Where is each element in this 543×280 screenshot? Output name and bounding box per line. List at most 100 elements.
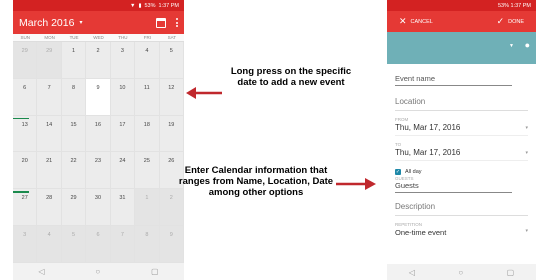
- home-icon[interactable]: ○: [95, 267, 100, 276]
- day-number: 22: [70, 158, 77, 165]
- event-color-header: ▼ ●: [387, 32, 536, 64]
- recent-apps-icon[interactable]: ▢: [151, 267, 159, 276]
- day-cell[interactable]: 19: [159, 115, 184, 153]
- day-number: 6: [96, 232, 100, 239]
- day-cell[interactable]: 29: [37, 42, 62, 79]
- day-cell[interactable]: 4: [37, 226, 62, 263]
- day-number: 26: [168, 158, 175, 165]
- day-cell[interactable]: 9: [86, 78, 111, 116]
- day-cell[interactable]: 22: [61, 152, 87, 190]
- cancel-button[interactable]: ✕ CANCEL: [399, 16, 433, 27]
- dropdown-icon: ▾: [525, 228, 528, 234]
- to-date-picker[interactable]: Thu, Mar 17, 2016 ▾: [395, 148, 528, 161]
- day-cell[interactable]: 5: [159, 42, 184, 79]
- dropdown-icon: ▾: [525, 124, 528, 131]
- battery-level: 53%: [497, 2, 509, 9]
- day-cell[interactable]: 8: [61, 78, 87, 116]
- day-cell[interactable]: 11: [135, 78, 160, 116]
- day-number: 25: [143, 158, 150, 165]
- day-cell[interactable]: 5: [61, 226, 87, 263]
- dropdown-icon: ▾: [525, 149, 528, 156]
- weekday-label: FRI: [143, 35, 151, 40]
- location-field[interactable]: Location: [395, 97, 528, 111]
- day-cell[interactable]: 10: [110, 78, 136, 116]
- day-number: 3: [120, 48, 124, 54]
- done-button[interactable]: ✓ DONE: [497, 16, 524, 27]
- palette-icon[interactable]: ●: [525, 40, 530, 50]
- day-number: 5: [72, 232, 76, 239]
- day-number: 30: [94, 195, 102, 202]
- day-number: 10: [119, 84, 126, 91]
- day-cell[interactable]: 25: [135, 152, 160, 190]
- day-cell[interactable]: 18: [135, 115, 160, 153]
- status-bar: 53% 1:37 PM: [387, 0, 536, 11]
- day-cell[interactable]: 16: [86, 115, 111, 153]
- weekday-label: SUN: [20, 35, 30, 40]
- month-dropdown-icon[interactable]: ▾: [79, 19, 82, 26]
- day-cell[interactable]: 12: [159, 78, 184, 116]
- clock: 1:37 PM: [510, 2, 531, 9]
- all-day-checkbox[interactable]: ✓ All day: [395, 169, 528, 175]
- navigation-bar: ◁ ○ ▢: [387, 264, 536, 280]
- description-field[interactable]: Description: [395, 202, 528, 216]
- day-cell[interactable]: 7: [37, 78, 62, 116]
- day-cell[interactable]: 13: [13, 115, 38, 153]
- day-cell[interactable]: 3: [110, 42, 136, 79]
- day-number: 4: [47, 232, 51, 239]
- day-cell[interactable]: 8: [135, 226, 160, 263]
- day-cell[interactable]: 15: [61, 115, 87, 153]
- event-name-field[interactable]: Event name: [395, 74, 513, 86]
- home-icon[interactable]: ○: [458, 268, 463, 277]
- day-cell[interactable]: 24: [110, 152, 136, 190]
- day-cell[interactable]: 29: [61, 189, 87, 227]
- repetition-value: One-time event: [395, 228, 447, 237]
- day-cell[interactable]: 14: [37, 115, 62, 153]
- overflow-menu-icon[interactable]: [176, 18, 178, 27]
- day-cell[interactable]: 4: [135, 42, 160, 79]
- day-number: 13: [21, 121, 28, 128]
- day-number: 31: [119, 195, 126, 202]
- day-number: 11: [143, 84, 150, 91]
- new-event-screen: 53% 1:37 PM ✕ CANCEL ✓ DONE ▼ ● Event na…: [387, 0, 536, 280]
- day-number: 20: [21, 158, 28, 165]
- repetition-label: REPETITION: [395, 222, 423, 227]
- month-title[interactable]: March 2016: [19, 17, 74, 29]
- day-cell[interactable]: 2: [86, 42, 111, 79]
- edit-action-bar: ✕ CANCEL ✓ DONE: [387, 11, 536, 32]
- day-cell[interactable]: 29: [13, 42, 38, 79]
- day-cell[interactable]: 3: [13, 226, 38, 263]
- weekday-label: THU: [118, 35, 128, 40]
- day-cell[interactable]: 6: [86, 226, 111, 263]
- to-date-value: Thu, Mar 17, 2016: [395, 148, 461, 157]
- from-date-picker[interactable]: Thu, Mar 17, 2016 ▾: [395, 123, 528, 136]
- app-bar: March 2016 ▾: [13, 11, 184, 34]
- day-cell[interactable]: 17: [110, 115, 136, 153]
- today-calendar-icon[interactable]: [156, 17, 166, 28]
- all-day-label: All day: [405, 169, 422, 175]
- month-grid: 29 29 1 2 3 4 5 6 7 8 9 10 11 12 13 14 15 16 17 18 19 20 21 22 2…: [13, 41, 184, 263]
- day-cell[interactable]: 28: [37, 189, 62, 227]
- day-cell[interactable]: 23: [86, 152, 111, 190]
- day-cell[interactable]: 1: [135, 189, 160, 227]
- day-cell[interactable]: 31: [110, 189, 136, 227]
- day-cell[interactable]: 27: [13, 189, 38, 227]
- day-cell[interactable]: 20: [13, 152, 38, 190]
- calendar-dropdown-icon[interactable]: ▼: [509, 43, 514, 49]
- repetition-picker[interactable]: One-time event ▾: [395, 228, 528, 237]
- back-icon[interactable]: ◁: [409, 268, 415, 277]
- from-label: FROM: [395, 117, 409, 122]
- day-cell[interactable]: 1: [61, 42, 87, 79]
- day-cell[interactable]: 7: [110, 226, 136, 263]
- weekday-label: TUE: [69, 35, 79, 40]
- battery-level: 53%: [144, 2, 156, 9]
- day-cell[interactable]: 30: [86, 189, 111, 227]
- back-icon[interactable]: ◁: [38, 267, 44, 276]
- day-cell[interactable]: 21: [37, 152, 62, 190]
- day-cell[interactable]: 6: [13, 78, 38, 116]
- cancel-label: CANCEL: [410, 18, 433, 25]
- day-cell[interactable]: 9: [159, 226, 184, 263]
- event-marker: [13, 191, 30, 193]
- guests-field[interactable]: Guests: [395, 181, 513, 193]
- recent-apps-icon[interactable]: ▢: [507, 268, 515, 277]
- day-number: 29: [46, 48, 53, 54]
